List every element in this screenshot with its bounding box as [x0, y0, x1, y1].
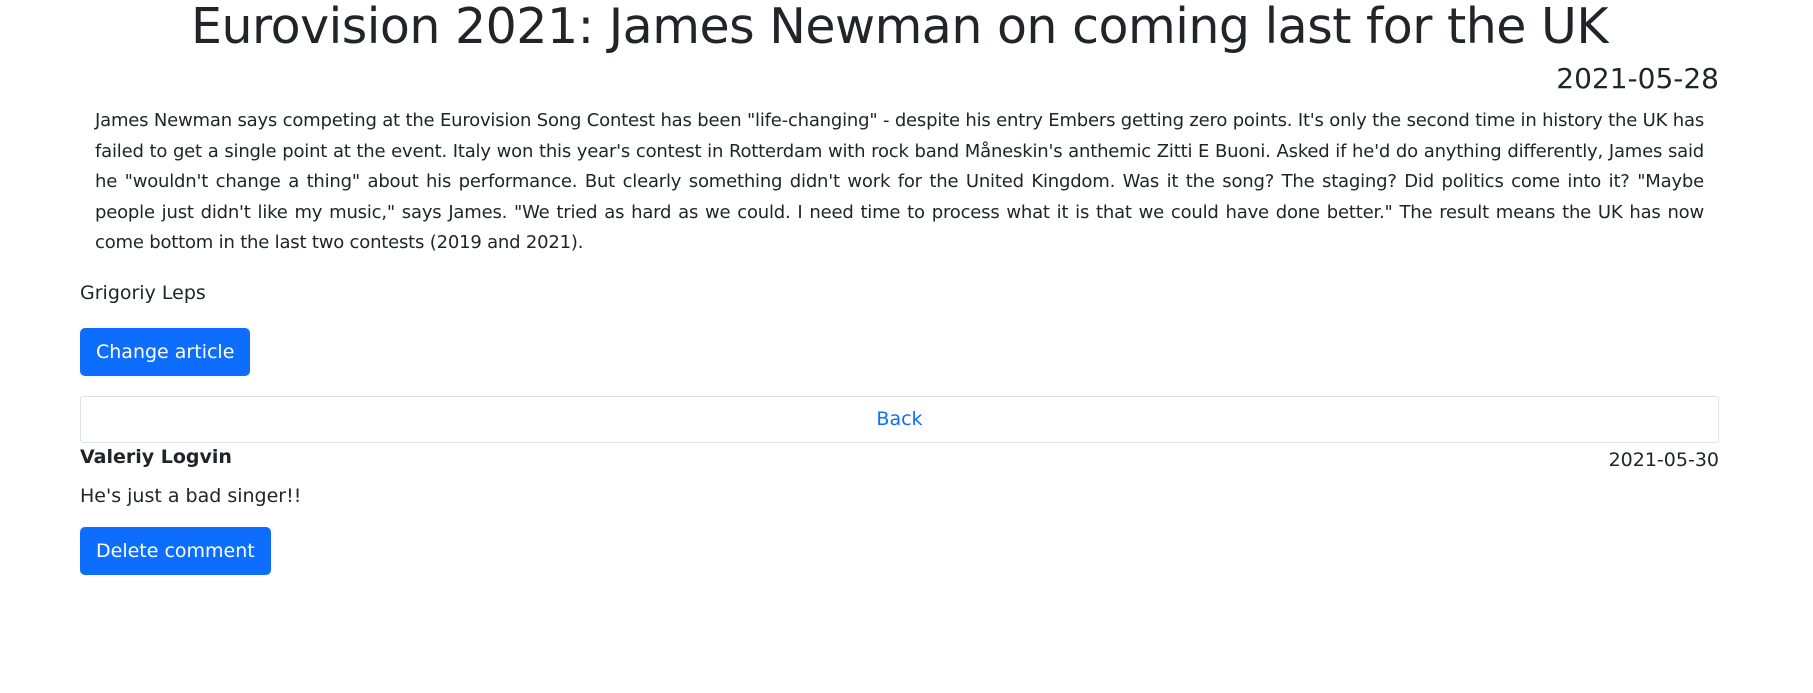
comment-header: Valeriy Logvin 2021-05-30 — [80, 445, 1719, 472]
comment-date: 2021-05-30 — [1608, 448, 1719, 471]
page: Eurovision 2021: James Newman on coming … — [0, 0, 1813, 693]
back-link[interactable]: Back — [876, 408, 922, 430]
article-body: James Newman says competing at the Eurov… — [95, 110, 1704, 253]
back-container: Back — [80, 395, 1719, 443]
change-article-button[interactable]: Change article — [80, 327, 251, 376]
delete-comment-button[interactable]: Delete comment — [80, 526, 271, 575]
article-author: Grigoriy Leps — [80, 281, 206, 304]
comment: Valeriy Logvin 2021-05-30 He's just a ba… — [80, 445, 1719, 575]
comment-author: Valeriy Logvin — [80, 445, 232, 468]
article-container: Eurovision 2021: James Newman on coming … — [80, 0, 1719, 575]
article-title: Eurovision 2021: James Newman on coming … — [191, 0, 1608, 55]
comment-text: He's just a bad singer!! — [80, 484, 302, 507]
article-date: 2021-05-28 — [1556, 62, 1719, 95]
